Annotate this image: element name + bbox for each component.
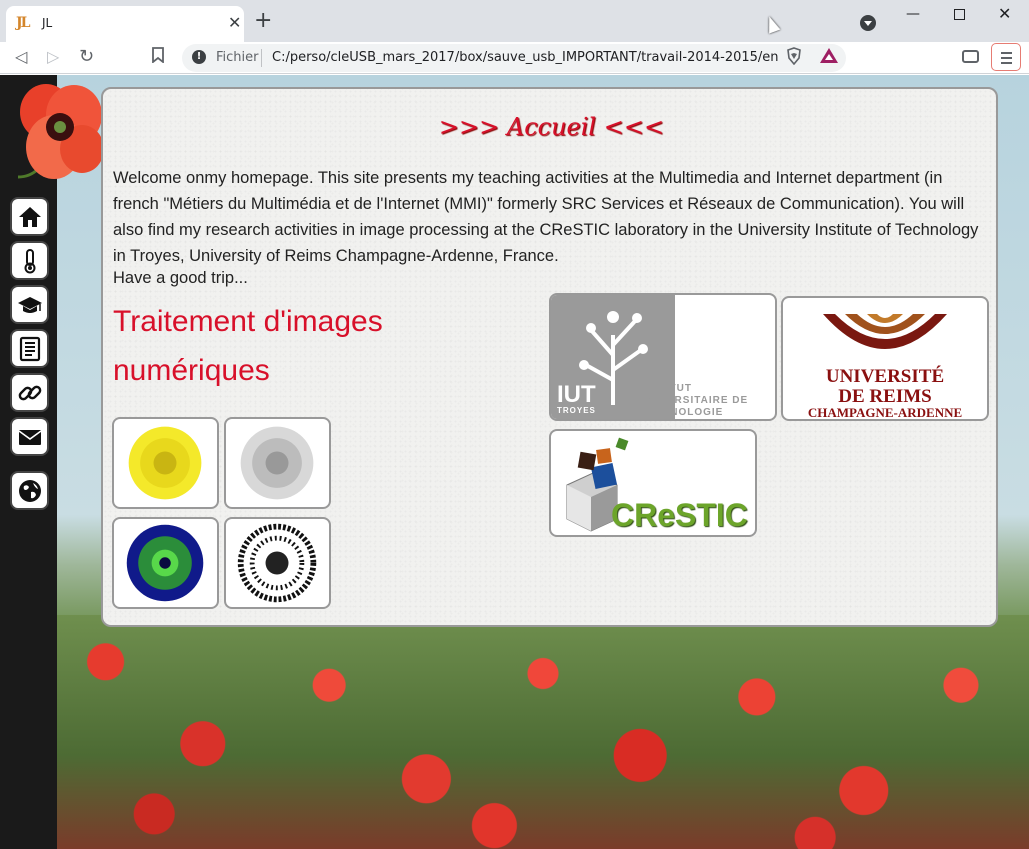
- greeting-text: Have a good trip...: [113, 269, 248, 287]
- home-icon: [18, 206, 41, 227]
- content-panel: >>> Accueil <<< Welcome onmy homepage. T…: [101, 87, 998, 627]
- browser-toolbar: ◁ ▷ ↻ ! Fichier C:/perso/cleUSB_mars_201…: [0, 42, 1029, 74]
- page-viewport: >>> Accueil <<< Welcome onmy homepage. T…: [0, 75, 1029, 849]
- sidebar-item-publications[interactable]: [10, 329, 49, 368]
- forward-icon[interactable]: ▷: [47, 47, 59, 67]
- reload-icon[interactable]: ↻: [79, 47, 94, 67]
- menu-button[interactable]: [991, 43, 1021, 71]
- wallet-icon[interactable]: [962, 50, 979, 63]
- crestic-logo[interactable]: CReSTIC: [549, 429, 757, 537]
- tab-strip: JL JL ✕ + — ✕: [0, 0, 1029, 42]
- flower-thumbnail-edges[interactable]: [224, 517, 331, 609]
- mail-icon: [18, 429, 41, 445]
- sidebar: [0, 75, 57, 849]
- reims-line3: CHAMPAGNE-ARDENNE: [807, 405, 963, 420]
- crestic-label: CReSTIC: [611, 497, 748, 533]
- info-icon[interactable]: !: [192, 50, 206, 64]
- iut-line3: TECHNOLOGIE: [639, 407, 724, 418]
- intro-paragraph: Welcome onmy homepage. This site present…: [113, 169, 979, 265]
- bookmark-icon[interactable]: [152, 47, 164, 68]
- poppy-logo: [17, 84, 104, 179]
- sidebar-item-language[interactable]: [10, 471, 49, 510]
- flower-thumbnail-grayscale[interactable]: [224, 417, 331, 509]
- sidebar-item-home[interactable]: [10, 197, 49, 236]
- url-text[interactable]: C:/perso/cleUSB_mars_2017/box/sauve_usb_…: [272, 50, 778, 65]
- iut-city: TROYES: [557, 406, 596, 415]
- minimize-button[interactable]: —: [906, 6, 920, 22]
- sidebar-item-contact[interactable]: [10, 417, 49, 456]
- brave-rewards-icon[interactable]: [820, 48, 838, 63]
- iut-abbr: IUT: [557, 381, 596, 408]
- page-title: >>> Accueil <<<: [438, 113, 665, 141]
- graduation-cap-icon: [17, 296, 42, 313]
- address-bar[interactable]: ! Fichier C:/perso/cleUSB_mars_2017/box/…: [182, 44, 846, 72]
- reims-line1: UNIVERSITÉ: [825, 366, 945, 387]
- tab-close-icon[interactable]: ✕: [228, 14, 241, 32]
- iut-troyes-logo[interactable]: IUT TROYES INSTITUT UNIVERSITAIRE DE TEC…: [549, 293, 777, 421]
- url-scheme: Fichier: [216, 50, 259, 65]
- back-icon[interactable]: ◁: [15, 47, 27, 67]
- poppy-field-background: [57, 615, 1029, 849]
- globe-icon: [18, 479, 41, 502]
- url-separator: [261, 49, 262, 67]
- iut-line1: INSTITUT: [639, 383, 692, 394]
- favicon-icon: JL: [16, 15, 30, 31]
- browser-tab[interactable]: JL JL ✕: [6, 6, 244, 42]
- iut-line2: UNIVERSITAIRE DE: [639, 395, 749, 406]
- brave-shield-icon[interactable]: [786, 47, 802, 65]
- maximize-button[interactable]: [954, 9, 965, 20]
- new-tab-button[interactable]: +: [254, 9, 272, 33]
- flower-thumbnail-yellow[interactable]: [112, 417, 219, 509]
- mouse-cursor-icon: [763, 14, 781, 34]
- document-icon: [19, 336, 40, 361]
- reims-emblem-icon: [823, 314, 947, 349]
- reims-university-logo[interactable]: UNIVERSITÉ DE REIMS CHAMPAGNE-ARDENNE: [781, 296, 989, 421]
- close-window-button[interactable]: ✕: [998, 4, 1011, 23]
- tab-search-icon[interactable]: [860, 15, 876, 31]
- flower-thumbnail-false-color[interactable]: [112, 517, 219, 609]
- thermometer-icon: [24, 248, 35, 273]
- link-icon: [18, 385, 41, 400]
- sidebar-item-teaching[interactable]: [10, 285, 49, 324]
- sidebar-item-thermometer[interactable]: [10, 241, 49, 280]
- sidebar-item-links[interactable]: [10, 373, 49, 412]
- tab-title: JL: [42, 16, 53, 30]
- section-title: Traitement d'images numériques: [113, 305, 383, 387]
